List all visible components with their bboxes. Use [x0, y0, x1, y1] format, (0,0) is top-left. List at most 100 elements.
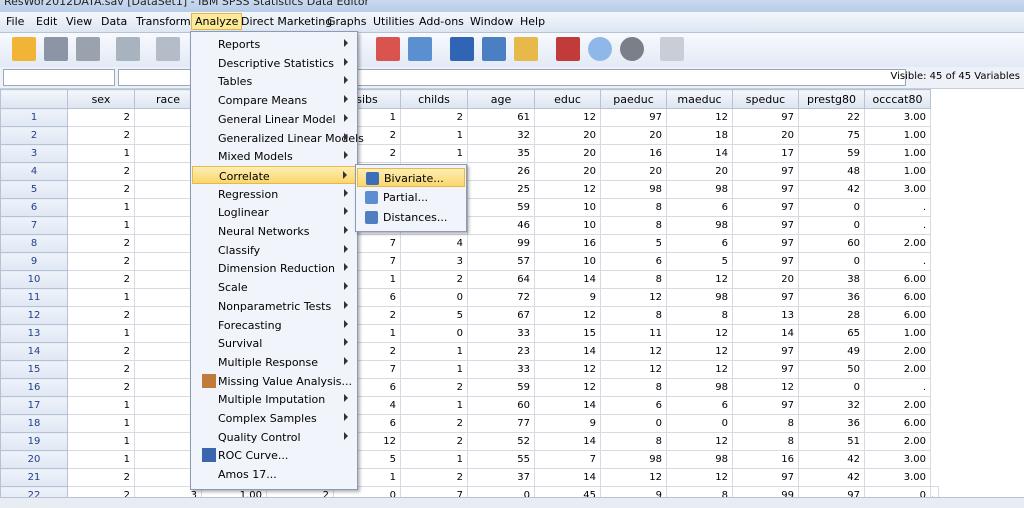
data-cell[interactable]: 97 [732, 180, 799, 199]
cell-reference-field[interactable] [3, 69, 115, 86]
data-cell[interactable]: 97 [732, 234, 799, 253]
data-cell[interactable]: 2 [400, 432, 468, 451]
data-cell[interactable]: 9 [534, 288, 601, 307]
row-number[interactable]: 3 [0, 144, 68, 163]
column-header[interactable]: age [467, 89, 535, 109]
data-cell[interactable]: 2 [67, 108, 135, 127]
column-header[interactable]: speduc [732, 89, 799, 109]
data-cell[interactable]: 4 [400, 234, 468, 253]
menu-item-roc-curve[interactable]: ROC Curve... [192, 446, 356, 464]
row-number[interactable]: 9 [0, 252, 68, 271]
data-cell[interactable]: 6 [666, 198, 733, 217]
data-cell[interactable]: 20 [666, 162, 733, 181]
value-labels-icon[interactable] [556, 37, 580, 61]
data-cell[interactable]: 97 [732, 162, 799, 181]
data-cell[interactable]: 33 [467, 324, 535, 343]
data-cell[interactable]: 0 [666, 414, 733, 433]
dialog-recall-icon[interactable] [116, 37, 140, 61]
data-cell[interactable]: 59 [467, 378, 535, 397]
data-cell[interactable]: 61 [467, 108, 535, 127]
data-cell[interactable]: 51 [798, 432, 865, 451]
data-cell[interactable]: 2 [67, 306, 135, 325]
data-cell[interactable]: 42 [798, 180, 865, 199]
data-cell[interactable]: 98 [666, 450, 733, 469]
data-cell[interactable]: . [929, 486, 940, 497]
data-cell[interactable]: 97 [732, 252, 799, 271]
data-cell[interactable]: 1 [67, 288, 135, 307]
column-header[interactable]: occcat80 [864, 89, 931, 109]
row-number[interactable]: 2 [0, 126, 68, 145]
data-cell[interactable]: 20 [534, 162, 601, 181]
row-number[interactable]: 12 [0, 306, 68, 325]
data-cell[interactable]: 10 [534, 216, 601, 235]
insert-cases-icon[interactable] [376, 37, 400, 61]
data-cell[interactable]: 65 [798, 324, 865, 343]
data-cell[interactable]: 97 [732, 342, 799, 361]
use-sets-icon[interactable] [588, 37, 612, 61]
data-cell[interactable]: 6.00 [864, 306, 931, 325]
data-cell[interactable]: 2 [67, 486, 135, 497]
menu-analyze[interactable]: Analyze [191, 13, 243, 30]
data-cell[interactable]: 67 [467, 306, 535, 325]
data-cell[interactable]: 8 [732, 432, 799, 451]
data-cell[interactable]: 1 [400, 126, 468, 145]
submenu-item-bivariate[interactable]: Bivariate... [357, 168, 465, 187]
data-cell[interactable]: 2 [67, 180, 135, 199]
menu-item-mixed-models[interactable]: Mixed Models [192, 147, 356, 165]
menu-item-loglinear[interactable]: Loglinear [192, 203, 356, 221]
data-cell[interactable]: 6 [600, 252, 667, 271]
data-cell[interactable]: 10 [534, 198, 601, 217]
data-cell[interactable]: 1 [67, 414, 135, 433]
data-cell[interactable]: 35 [467, 144, 535, 163]
data-cell[interactable]: 48 [798, 162, 865, 181]
data-cell[interactable]: 99 [467, 234, 535, 253]
data-cell[interactable]: 14 [534, 270, 601, 289]
data-cell[interactable]: 2 [400, 468, 468, 487]
data-cell[interactable]: 2 [67, 252, 135, 271]
data-cell[interactable]: 97 [732, 288, 799, 307]
data-cell[interactable]: 8 [600, 378, 667, 397]
data-cell[interactable]: 59 [798, 144, 865, 163]
menu-item-quality-control[interactable]: Quality Control [192, 428, 356, 446]
data-cell[interactable]: 97 [732, 396, 799, 415]
menu-item-forecasting[interactable]: Forecasting [192, 316, 356, 334]
menu-transform[interactable]: Transform [136, 15, 191, 28]
data-cell[interactable]: 8 [666, 486, 733, 497]
data-cell[interactable]: 16 [534, 234, 601, 253]
data-cell[interactable]: 57 [467, 252, 535, 271]
row-number[interactable]: 20 [0, 450, 68, 469]
data-cell[interactable]: 2 [400, 414, 468, 433]
data-cell[interactable]: 14 [666, 144, 733, 163]
data-cell[interactable]: 98 [666, 288, 733, 307]
data-cell[interactable]: 49 [798, 342, 865, 361]
spell-check-icon[interactable] [660, 37, 684, 61]
row-number[interactable]: 8 [0, 234, 68, 253]
data-cell[interactable]: 1 [400, 396, 468, 415]
data-cell[interactable]: 17 [732, 144, 799, 163]
data-cell[interactable]: 55 [467, 450, 535, 469]
row-number[interactable]: 22 [0, 486, 68, 497]
print-icon[interactable] [76, 37, 100, 61]
data-cell[interactable]: 0 [864, 486, 931, 497]
data-cell[interactable]: 75 [798, 126, 865, 145]
data-cell[interactable]: 2 [67, 270, 135, 289]
data-cell[interactable]: 1.00 [864, 162, 931, 181]
data-cell[interactable]: 64 [467, 270, 535, 289]
data-cell[interactable]: 32 [798, 396, 865, 415]
data-cell[interactable]: 6 [666, 234, 733, 253]
row-number[interactable]: 4 [0, 162, 68, 181]
data-cell[interactable]: 28 [798, 306, 865, 325]
data-cell[interactable]: 97 [798, 486, 865, 497]
data-cell[interactable]: 8 [666, 306, 733, 325]
save-icon[interactable] [44, 37, 68, 61]
menu-item-reports[interactable]: Reports [192, 35, 356, 53]
data-cell[interactable]: 7 [400, 486, 468, 497]
data-cell[interactable]: 97 [600, 108, 667, 127]
data-cell[interactable]: 32 [467, 126, 535, 145]
data-cell[interactable]: 12 [666, 108, 733, 127]
data-cell[interactable]: 36 [798, 288, 865, 307]
data-cell[interactable]: 3.00 [864, 108, 931, 127]
data-cell[interactable]: 9 [600, 486, 667, 497]
data-cell[interactable]: 8 [600, 306, 667, 325]
menu-item-compare-means[interactable]: Compare Means [192, 91, 356, 109]
